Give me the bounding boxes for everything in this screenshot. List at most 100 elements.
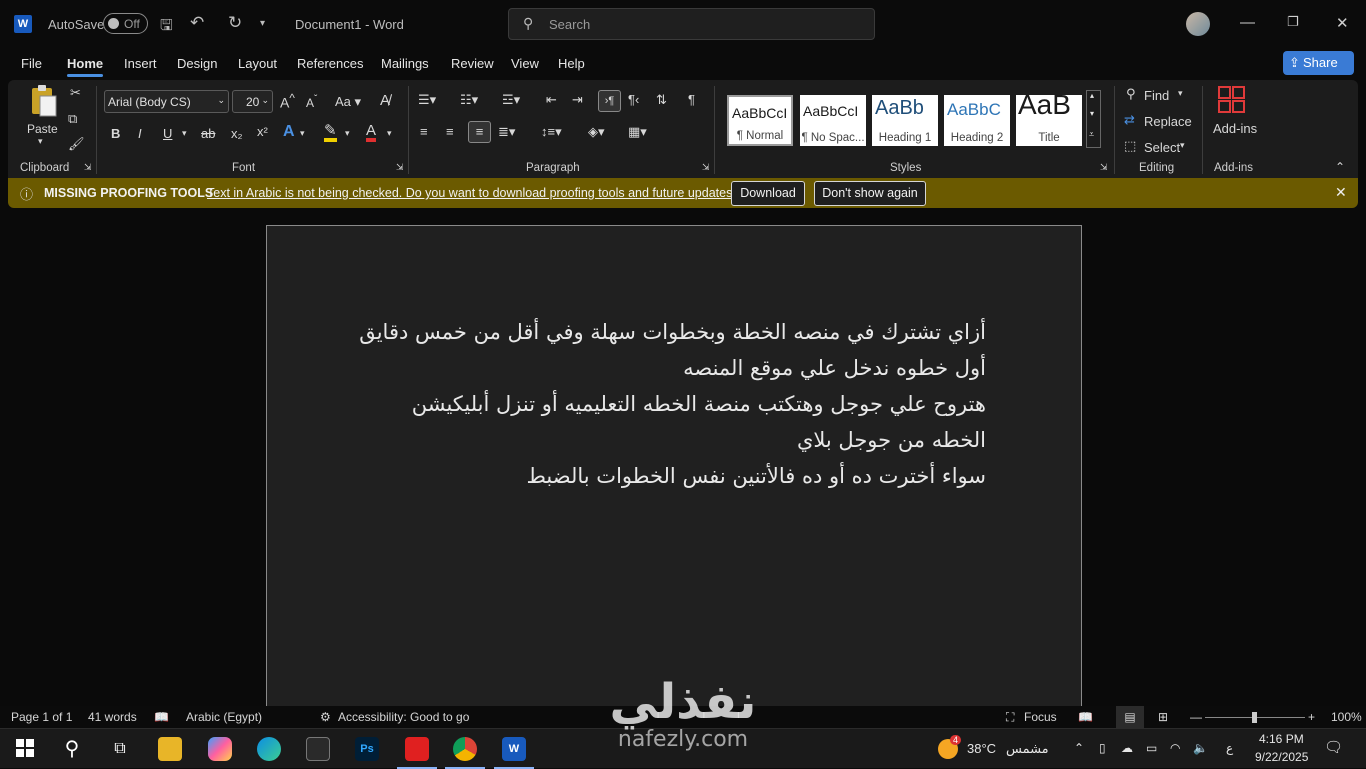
autosave-toggle[interactable]: Off	[103, 13, 148, 34]
save-icon[interactable]: 🖫	[160, 15, 173, 40]
document-line[interactable]: أول خطوه ندخل علي موقع المنصه	[683, 356, 986, 380]
select-button[interactable]: Select	[1144, 140, 1180, 155]
zoom-slider[interactable]	[1205, 712, 1305, 723]
tab-insert[interactable]: Insert	[124, 56, 157, 71]
undo-icon[interactable]: ↶	[190, 13, 204, 33]
paste-icon[interactable]	[28, 84, 58, 120]
add-ins-icon[interactable]	[1218, 86, 1246, 114]
chevron-down-icon[interactable]: ▾	[345, 128, 350, 139]
tab-home[interactable]: Home	[67, 56, 104, 77]
focus-icon[interactable]: ⛶	[1006, 710, 1014, 725]
add-ins-button[interactable]: Add-ins	[1213, 121, 1257, 136]
zoom-level[interactable]: 100%	[1331, 710, 1362, 724]
font-size-field[interactable]: 20 ⌄	[232, 90, 273, 113]
bold-button[interactable]: B	[111, 126, 120, 141]
highlight-icon[interactable]: ✎	[324, 123, 337, 142]
replace-icon[interactable]: ⇄	[1124, 112, 1135, 128]
input-language[interactable]: ع	[1226, 741, 1233, 755]
page-count[interactable]: Page 1 of 1	[11, 710, 72, 724]
paragraph-launcher-icon[interactable]: ⇲	[702, 162, 710, 173]
find-icon[interactable]: ⚲	[1126, 86, 1136, 102]
select-icon[interactable]: ⬚	[1124, 138, 1136, 154]
search-icon[interactable]: ⚲	[60, 737, 84, 761]
language-status[interactable]: Arabic (Egypt)	[186, 710, 262, 724]
search-box[interactable]: ⚲ Search	[508, 8, 875, 40]
document-line[interactable]: أزاي تشترك في منصه الخطة وبخطوات سهلة وف…	[359, 320, 986, 344]
bullets-icon[interactable]: ☰▾	[418, 92, 436, 108]
onedrive-icon[interactable]: ☁	[1121, 741, 1133, 755]
chevron-down-icon[interactable]: ▾	[387, 128, 392, 139]
store-icon[interactable]	[306, 737, 330, 761]
style-title[interactable]: AaB Title	[1016, 95, 1082, 146]
tab-layout[interactable]: Layout	[238, 56, 277, 71]
close-icon[interactable]: ✕	[1335, 184, 1347, 201]
word-count[interactable]: 41 words	[88, 710, 137, 724]
find-button[interactable]: Find	[1144, 88, 1169, 103]
chevron-down-icon[interactable]: ▾	[1180, 140, 1185, 151]
italic-button[interactable]: I	[138, 126, 142, 141]
start-button-icon[interactable]	[13, 737, 37, 761]
ltr-direction-icon[interactable]: ›¶	[598, 90, 621, 112]
notifications-icon[interactable]: 🗨	[1324, 738, 1343, 756]
format-painter-icon[interactable]: 🖌	[68, 136, 85, 152]
clock-date[interactable]: 9/22/2025	[1255, 750, 1308, 764]
file-explorer-icon[interactable]	[158, 737, 182, 761]
underline-button[interactable]: U	[163, 126, 172, 141]
photoshop-icon[interactable]: Ps	[355, 737, 379, 761]
clock-time[interactable]: 4:16 PM	[1259, 732, 1304, 746]
word-taskbar-icon[interactable]: W	[494, 737, 534, 769]
wifi-icon[interactable]: ◠	[1170, 741, 1180, 755]
avatar[interactable]	[1186, 12, 1210, 36]
tab-design[interactable]: Design	[177, 56, 217, 71]
chevron-up-icon[interactable]: ▴	[1090, 91, 1094, 100]
chevron-down-icon[interactable]: ▾	[1090, 109, 1094, 118]
align-right-icon[interactable]: ≡	[468, 121, 491, 143]
redo-icon[interactable]: ↻	[228, 13, 242, 33]
strikethrough-button[interactable]: ab	[201, 126, 215, 141]
collapse-ribbon-icon[interactable]: ⌃	[1335, 160, 1345, 174]
proofing-icon[interactable]: 📖	[154, 710, 169, 724]
style-heading-2[interactable]: AaBbC Heading 2	[944, 95, 1010, 146]
read-mode-icon[interactable]: 📖	[1078, 710, 1093, 724]
phone-link-icon[interactable]: ▯	[1099, 741, 1106, 755]
video-app-icon[interactable]	[397, 737, 437, 769]
maximize-icon[interactable]: ❐	[1287, 14, 1299, 30]
document-line[interactable]: الخطه من جوجل بلاي	[797, 428, 986, 452]
tab-help[interactable]: Help	[558, 56, 585, 71]
document-page[interactable]: أزاي تشترك في منصه الخطة وبخطوات سهلة وف…	[266, 225, 1082, 715]
document-line[interactable]: سواء أخترت ده أو ده فالأتنين نفس الخطوات…	[527, 464, 987, 488]
weather-icon[interactable]: 4	[938, 735, 962, 759]
chevron-up-icon[interactable]: ⌃	[1074, 741, 1084, 755]
task-view-icon[interactable]: ⧉	[108, 737, 132, 761]
show-formatting-icon[interactable]: ¶	[688, 92, 695, 107]
copilot-icon[interactable]	[208, 737, 232, 761]
weather-temp[interactable]: 38°C	[967, 741, 996, 756]
tab-references[interactable]: References	[297, 56, 363, 71]
download-button[interactable]: Download	[731, 181, 805, 206]
font-launcher-icon[interactable]: ⇲	[396, 162, 404, 173]
tab-file[interactable]: File	[21, 56, 42, 71]
print-layout-icon[interactable]: ▤	[1116, 706, 1144, 728]
multilevel-list-icon[interactable]: ☲▾	[502, 92, 520, 108]
borders-icon[interactable]: ▦▾	[628, 124, 647, 140]
clear-formatting-icon[interactable]: A̸	[380, 92, 390, 109]
close-icon[interactable]: ✕	[1336, 14, 1349, 32]
paste-dropdown-icon[interactable]: ▾	[38, 136, 43, 147]
numbering-icon[interactable]: ☷▾	[460, 92, 478, 108]
chevron-down-icon[interactable]: ▾	[1178, 88, 1183, 99]
zoom-out-icon[interactable]: —	[1190, 710, 1202, 724]
font-name-field[interactable]: Arial (Body CS) ⌄	[104, 90, 229, 113]
accessibility-status[interactable]: Accessibility: Good to go	[338, 710, 469, 724]
text-effects-icon[interactable]: A	[283, 123, 295, 141]
superscript-button[interactable]: x²	[257, 124, 268, 139]
justify-icon[interactable]: ≣▾	[498, 124, 515, 140]
line-spacing-icon[interactable]: ↕≡▾	[541, 124, 562, 140]
underline-dropdown-icon[interactable]: ▾	[182, 128, 187, 139]
tab-review[interactable]: Review	[451, 56, 494, 71]
style-normal[interactable]: AaBbCcI ¶ Normal	[727, 95, 793, 146]
sort-icon[interactable]: ⇅	[656, 92, 667, 108]
info-bar-message-link[interactable]: Text in Arabic is not being checked. Do …	[207, 186, 739, 200]
font-color-icon[interactable]: A	[366, 123, 377, 142]
copy-icon[interactable]: ⧉	[68, 111, 77, 127]
tab-mailings[interactable]: Mailings	[381, 56, 429, 71]
